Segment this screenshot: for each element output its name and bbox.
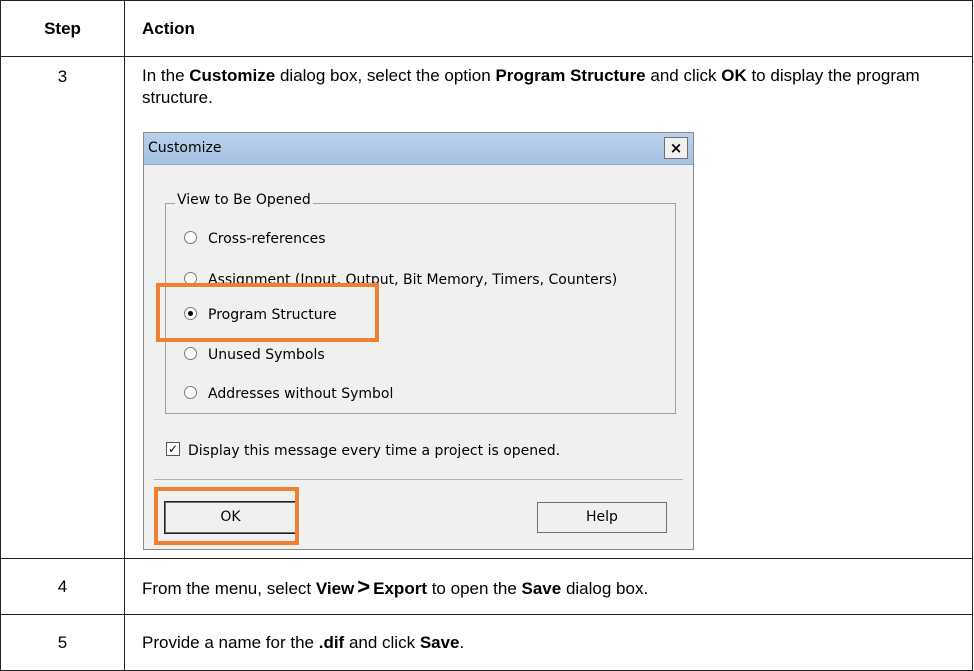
emphasis-customize: Customize: [189, 66, 276, 85]
action-text: From the menu, select View > Export to ope…: [124, 558, 973, 615]
dialog-titlebar: Customize ×: [144, 133, 693, 165]
display-message-checkbox[interactable]: ✓ Display this message every time a proje…: [166, 442, 560, 459]
option-addresses-without-symbol[interactable]: Addresses without Symbol: [184, 385, 393, 403]
step-number: 5: [0, 614, 125, 671]
radio-icon[interactable]: [184, 230, 197, 244]
dialog-divider: [154, 479, 683, 480]
checkbox-checked-icon[interactable]: ✓: [166, 442, 180, 456]
menu-separator-chevron: >: [357, 573, 371, 599]
group-label: View to Be Opened: [175, 192, 313, 208]
radio-icon[interactable]: [184, 346, 197, 360]
table-row-step-4: 4 From the menu, select View > Export to o…: [0, 558, 973, 615]
step-number: 4: [0, 558, 125, 615]
ok-button-highlight: [154, 487, 299, 545]
dialog-title: Customize: [148, 140, 222, 156]
option-cross-references[interactable]: Cross-references: [184, 230, 326, 248]
close-icon: ×: [669, 139, 683, 157]
radio-icon[interactable]: [184, 385, 197, 399]
step-column-header: Step: [0, 0, 125, 57]
action-column-header: Action: [124, 0, 973, 57]
emphasis-ok: OK: [721, 66, 747, 85]
action-text: Provide a name for the .dif and click Sa…: [124, 614, 973, 671]
emphasis-view: View: [315, 578, 355, 598]
emphasis-save: Save: [521, 578, 562, 598]
program-structure-highlight: [156, 283, 379, 342]
close-button[interactable]: ×: [664, 137, 688, 159]
help-button[interactable]: Help: [537, 502, 667, 533]
emphasis-program-structure: Program Structure: [495, 66, 646, 85]
emphasis-export: Export: [373, 578, 427, 598]
step-number: 3: [0, 56, 125, 559]
emphasis-dif: .dif: [318, 632, 345, 652]
option-unused-symbols[interactable]: Unused Symbols: [184, 346, 325, 364]
table-row-step-5: 5 Provide a name for the .dif and click …: [0, 614, 973, 671]
table-header-row: Step Action: [0, 0, 973, 57]
emphasis-save: Save: [419, 632, 460, 652]
